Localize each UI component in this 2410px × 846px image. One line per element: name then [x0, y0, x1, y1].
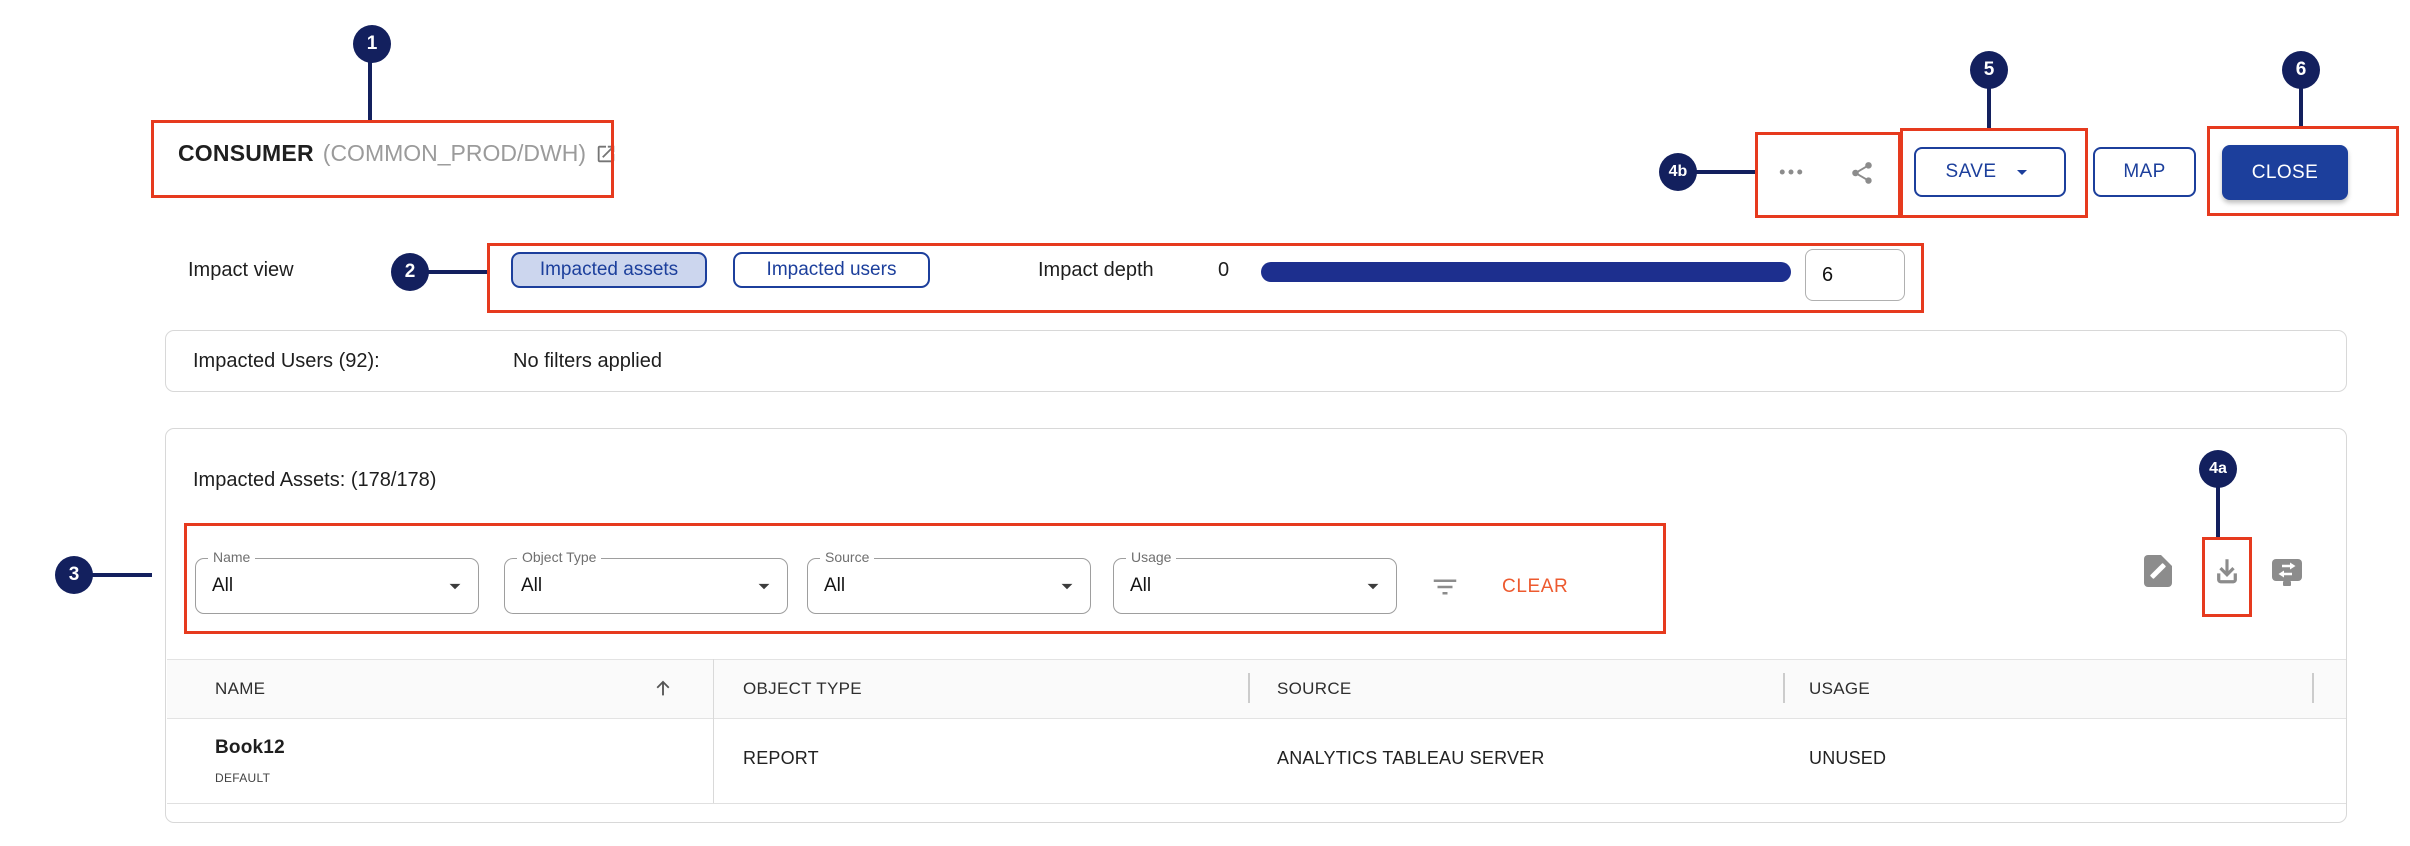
- chevron-down-icon: [442, 573, 468, 604]
- clear-filters-button[interactable]: CLEAR: [1496, 575, 1574, 599]
- impact-depth-min: 0: [1218, 259, 1229, 282]
- caret-down-icon: [2010, 160, 2034, 184]
- map-button[interactable]: MAP: [2093, 147, 2196, 197]
- asset-name[interactable]: Book12: [215, 737, 285, 759]
- annotation-4a: 4a: [2199, 450, 2237, 488]
- impacted-assets-toggle-label: Impacted assets: [540, 259, 678, 281]
- column-header-source[interactable]: SOURCE: [1277, 679, 1352, 699]
- annotation-2-stem: [427, 270, 487, 274]
- share-icon[interactable]: [1848, 159, 1876, 187]
- impacted-assets-card: Impacted Assets: (178/178) Name All Obje…: [165, 428, 2347, 823]
- impacted-users-filter-status: No filters applied: [513, 350, 662, 373]
- close-button[interactable]: CLOSE: [2222, 145, 2348, 200]
- table-top-border: [167, 659, 2346, 660]
- filter-list-icon[interactable]: [1429, 571, 1461, 603]
- download-icon[interactable]: [2209, 554, 2245, 590]
- annotation-6-stem: [2299, 86, 2303, 126]
- annotation-4a-stem: [2216, 486, 2220, 537]
- impact-depth-input[interactable]: [1805, 249, 1905, 301]
- header-divider: [1783, 673, 1785, 703]
- edit-note-icon[interactable]: [2142, 553, 2174, 589]
- row-border: [167, 803, 2346, 804]
- impacted-assets-title: Impacted Assets: (178/178): [193, 469, 436, 492]
- annotation-3-stem: [91, 573, 152, 577]
- map-button-label: MAP: [2123, 161, 2165, 183]
- impacted-users-toggle[interactable]: Impacted users: [733, 252, 930, 288]
- impacted-users-toggle-label: Impacted users: [767, 259, 897, 281]
- header-divider: [2312, 673, 2314, 703]
- chevron-down-icon: [1360, 573, 1386, 604]
- compare-display-icon[interactable]: [2269, 556, 2305, 590]
- filter-usage-dropdown[interactable]: Usage All: [1113, 558, 1397, 614]
- filter-usage-value: All: [1130, 559, 1151, 612]
- filter-name-dropdown[interactable]: Name All: [195, 558, 479, 614]
- close-button-label: CLOSE: [2252, 162, 2318, 184]
- annotation-6: 6: [2282, 51, 2320, 89]
- entity-title: CONSUMER (COMMON_PROD/DWH): [178, 140, 617, 167]
- more-options-icon[interactable]: [1772, 160, 1810, 184]
- filter-source-dropdown[interactable]: Source All: [807, 558, 1091, 614]
- entity-path: (COMMON_PROD/DWH): [323, 140, 586, 167]
- chevron-down-icon: [751, 573, 777, 604]
- annotation-1: 1: [353, 25, 391, 63]
- annotation-2: 2: [391, 253, 429, 291]
- impacted-assets-toggle[interactable]: Impacted assets: [511, 252, 707, 288]
- annotation-4b-stem: [1694, 170, 1755, 174]
- column-header-object-type[interactable]: OBJECT TYPE: [743, 679, 862, 699]
- filter-object-type-value: All: [521, 559, 542, 612]
- entity-name: CONSUMER: [178, 140, 314, 167]
- filter-name-value: All: [212, 559, 233, 612]
- column-header-name[interactable]: NAME: [215, 679, 265, 699]
- impact-analysis-screen: 1 4b 5 6 2 3 4a CONSUMER (COMMON_PROD/DW…: [0, 0, 2410, 846]
- save-button-label: SAVE: [1946, 161, 1997, 183]
- filter-source-value: All: [824, 559, 845, 612]
- asset-schema: DEFAULT: [215, 771, 270, 785]
- annotation-3: 3: [55, 556, 93, 594]
- impacted-users-card: Impacted Users (92): No filters applied: [165, 330, 2347, 392]
- impacted-users-label: Impacted Users (92):: [193, 350, 380, 373]
- annotation-5-stem: [1987, 86, 1991, 128]
- table-header-row: [167, 659, 2346, 718]
- asset-usage: UNUSED: [1809, 748, 1886, 769]
- annotation-5: 5: [1970, 51, 2008, 89]
- asset-object-type: REPORT: [743, 748, 819, 769]
- table-row[interactable]: Book12 DEFAULT REPORT ANALYTICS TABLEAU …: [167, 719, 2346, 803]
- save-button[interactable]: SAVE: [1914, 147, 2066, 197]
- impact-depth-slider[interactable]: [1261, 262, 1791, 282]
- filter-object-type-dropdown[interactable]: Object Type All: [504, 558, 788, 614]
- impact-depth-label: Impact depth: [1038, 259, 1154, 282]
- sort-ascending-icon[interactable]: [651, 676, 675, 700]
- header-divider: [1248, 673, 1250, 703]
- impact-view-label: Impact view: [188, 259, 294, 282]
- annotation-4b: 4b: [1659, 153, 1697, 191]
- open-in-new-icon[interactable]: [595, 143, 617, 165]
- asset-source: ANALYTICS TABLEAU SERVER: [1277, 748, 1545, 769]
- column-header-usage[interactable]: USAGE: [1809, 679, 1870, 699]
- chevron-down-icon: [1054, 573, 1080, 604]
- annotation-1-stem: [368, 58, 372, 120]
